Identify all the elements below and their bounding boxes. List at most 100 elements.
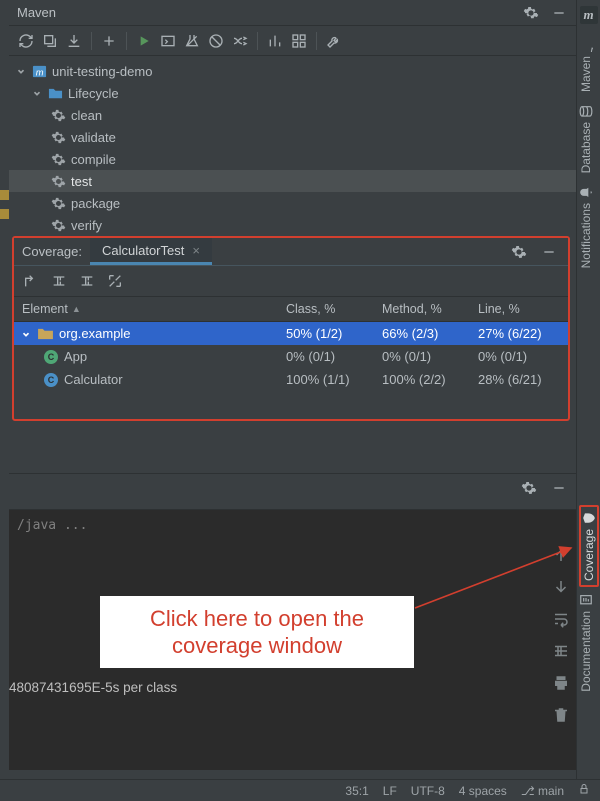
gear-icon: [51, 196, 66, 211]
hide-covered-icon[interactable]: [78, 272, 96, 290]
folder-icon: [48, 86, 63, 101]
svg-text:m: m: [590, 44, 593, 52]
database-icon: [579, 104, 593, 118]
rail-label: Documentation: [579, 611, 593, 692]
chevron-down-icon: [31, 87, 43, 99]
gear-icon: [51, 130, 66, 145]
run-gutter: [0, 0, 9, 801]
lifecycle-compile[interactable]: compile: [9, 148, 576, 170]
indent-setting[interactable]: 4 spaces: [459, 784, 507, 798]
lock-icon[interactable]: [578, 783, 590, 798]
add-icon[interactable]: [100, 32, 118, 50]
lifecycle-item-label: clean: [71, 108, 102, 123]
minimize-icon[interactable]: [550, 4, 568, 22]
line-ending[interactable]: LF: [383, 784, 397, 798]
coverage-panel: Coverage: CalculatorTest ×: [12, 236, 570, 421]
close-icon[interactable]: ×: [192, 243, 200, 258]
coverage-tab[interactable]: CalculatorTest ×: [90, 238, 212, 265]
maven-panel-header: Maven: [9, 0, 576, 26]
profiles-icon[interactable]: [266, 32, 284, 50]
scroll-to-end-icon[interactable]: [552, 642, 570, 660]
method-pct: 66% (2/3): [376, 326, 472, 341]
chevron-down-icon: [20, 328, 32, 340]
collapse-icon[interactable]: [290, 32, 308, 50]
reload-icon[interactable]: [17, 32, 35, 50]
lifecycle-item-label: package: [71, 196, 120, 211]
lifecycle-item-label: validate: [71, 130, 116, 145]
svg-text:m: m: [36, 67, 44, 77]
element-name: App: [64, 349, 87, 364]
rail-label: Coverage: [582, 529, 596, 581]
coverage-row[interactable]: CApp0% (0/1)0% (0/1)0% (0/1): [14, 345, 568, 368]
coverage-row[interactable]: org.example50% (1/2)66% (2/3)27% (6/22): [14, 322, 568, 345]
maven-module-icon: m: [32, 64, 47, 79]
lifecycle-validate[interactable]: validate: [9, 126, 576, 148]
offline-icon[interactable]: [207, 32, 225, 50]
tree-project-row[interactable]: m unit-testing-demo: [9, 60, 576, 82]
rail-notifications[interactable]: Notifications: [579, 179, 593, 274]
print-icon[interactable]: [552, 674, 570, 692]
scroll-up-icon[interactable]: [552, 546, 570, 564]
lifecycle-verify[interactable]: verify: [9, 214, 576, 236]
console-path: /java ...: [9, 510, 576, 540]
class-pct: 100% (1/1): [280, 372, 376, 387]
file-encoding[interactable]: UTF-8: [411, 784, 445, 798]
lifecycle-clean[interactable]: clean: [9, 104, 576, 126]
minimize-icon[interactable]: [540, 243, 558, 261]
chevron-down-icon: [15, 65, 27, 77]
maven-rail-icon[interactable]: m: [580, 6, 598, 24]
level-up-icon[interactable]: [22, 272, 40, 290]
minimize-icon[interactable]: [550, 479, 568, 497]
folder-icon: [38, 326, 53, 341]
coverage-icon: [582, 511, 596, 525]
col-line: Line, %: [472, 302, 568, 316]
gear-icon[interactable]: [520, 479, 538, 497]
scroll-down-icon[interactable]: [552, 578, 570, 596]
trash-icon[interactable]: [552, 706, 570, 724]
lifecycle-package[interactable]: package: [9, 192, 576, 214]
status-bar: 35:1 LF UTF-8 4 spaces ⎇ main: [0, 779, 600, 801]
maven-icon: m: [579, 38, 593, 52]
rail-coverage[interactable]: Coverage: [579, 505, 599, 587]
element-name: org.example: [59, 326, 131, 341]
line-pct: 27% (6/22): [472, 326, 568, 341]
lifecycle-item-label: compile: [71, 152, 116, 167]
line-pct: 0% (0/1): [472, 349, 568, 364]
rail-label: Maven: [579, 56, 593, 92]
gear-icon[interactable]: [522, 4, 540, 22]
right-tool-rail: m Maven m DatabaseNotifications Coverage Doc…: [576, 0, 600, 801]
flatten-icon[interactable]: [50, 272, 68, 290]
download-icon[interactable]: [65, 32, 83, 50]
tree-lifecycle-row[interactable]: Lifecycle: [9, 82, 576, 104]
element-name: Calculator: [64, 372, 123, 387]
coverage-table-head[interactable]: Element ▲ Class, % Method, % Line, %: [14, 296, 568, 322]
expand-icon[interactable]: [106, 272, 124, 290]
gear-icon: [51, 218, 66, 233]
coverage-toolbar: [14, 266, 568, 296]
generate-icon[interactable]: [41, 32, 59, 50]
lifecycle-item-label: test: [71, 174, 92, 189]
col-class: Class, %: [280, 302, 376, 316]
soft-wrap-icon[interactable]: [552, 610, 570, 628]
cursor-position[interactable]: 35:1: [345, 784, 368, 798]
coverage-title: Coverage:: [14, 244, 90, 259]
class-icon: C: [44, 350, 58, 364]
annotation-callout: Click here to open the coverage window: [100, 596, 414, 668]
coverage-row[interactable]: CCalculator100% (1/1)100% (2/2)28% (6/21…: [14, 368, 568, 391]
gear-icon[interactable]: [510, 243, 528, 261]
rail-maven[interactable]: Maven m: [579, 32, 593, 98]
gear-icon: [51, 108, 66, 123]
execute-maven-icon[interactable]: [159, 32, 177, 50]
project-label: unit-testing-demo: [52, 64, 152, 79]
console-text: 48087431695E-5s per class: [9, 680, 177, 695]
lifecycle-test[interactable]: test: [9, 170, 576, 192]
skip-tests-icon[interactable]: [183, 32, 201, 50]
dependency-icon[interactable]: [231, 32, 249, 50]
rail-documentation[interactable]: Documentation: [579, 587, 593, 698]
git-branch[interactable]: ⎇ main: [521, 784, 564, 798]
wrench-icon[interactable]: [325, 32, 343, 50]
run-icon[interactable]: [135, 32, 153, 50]
rail-database[interactable]: Database: [579, 98, 593, 179]
maven-toolbar: [9, 26, 576, 56]
documentation-icon: [579, 593, 593, 607]
